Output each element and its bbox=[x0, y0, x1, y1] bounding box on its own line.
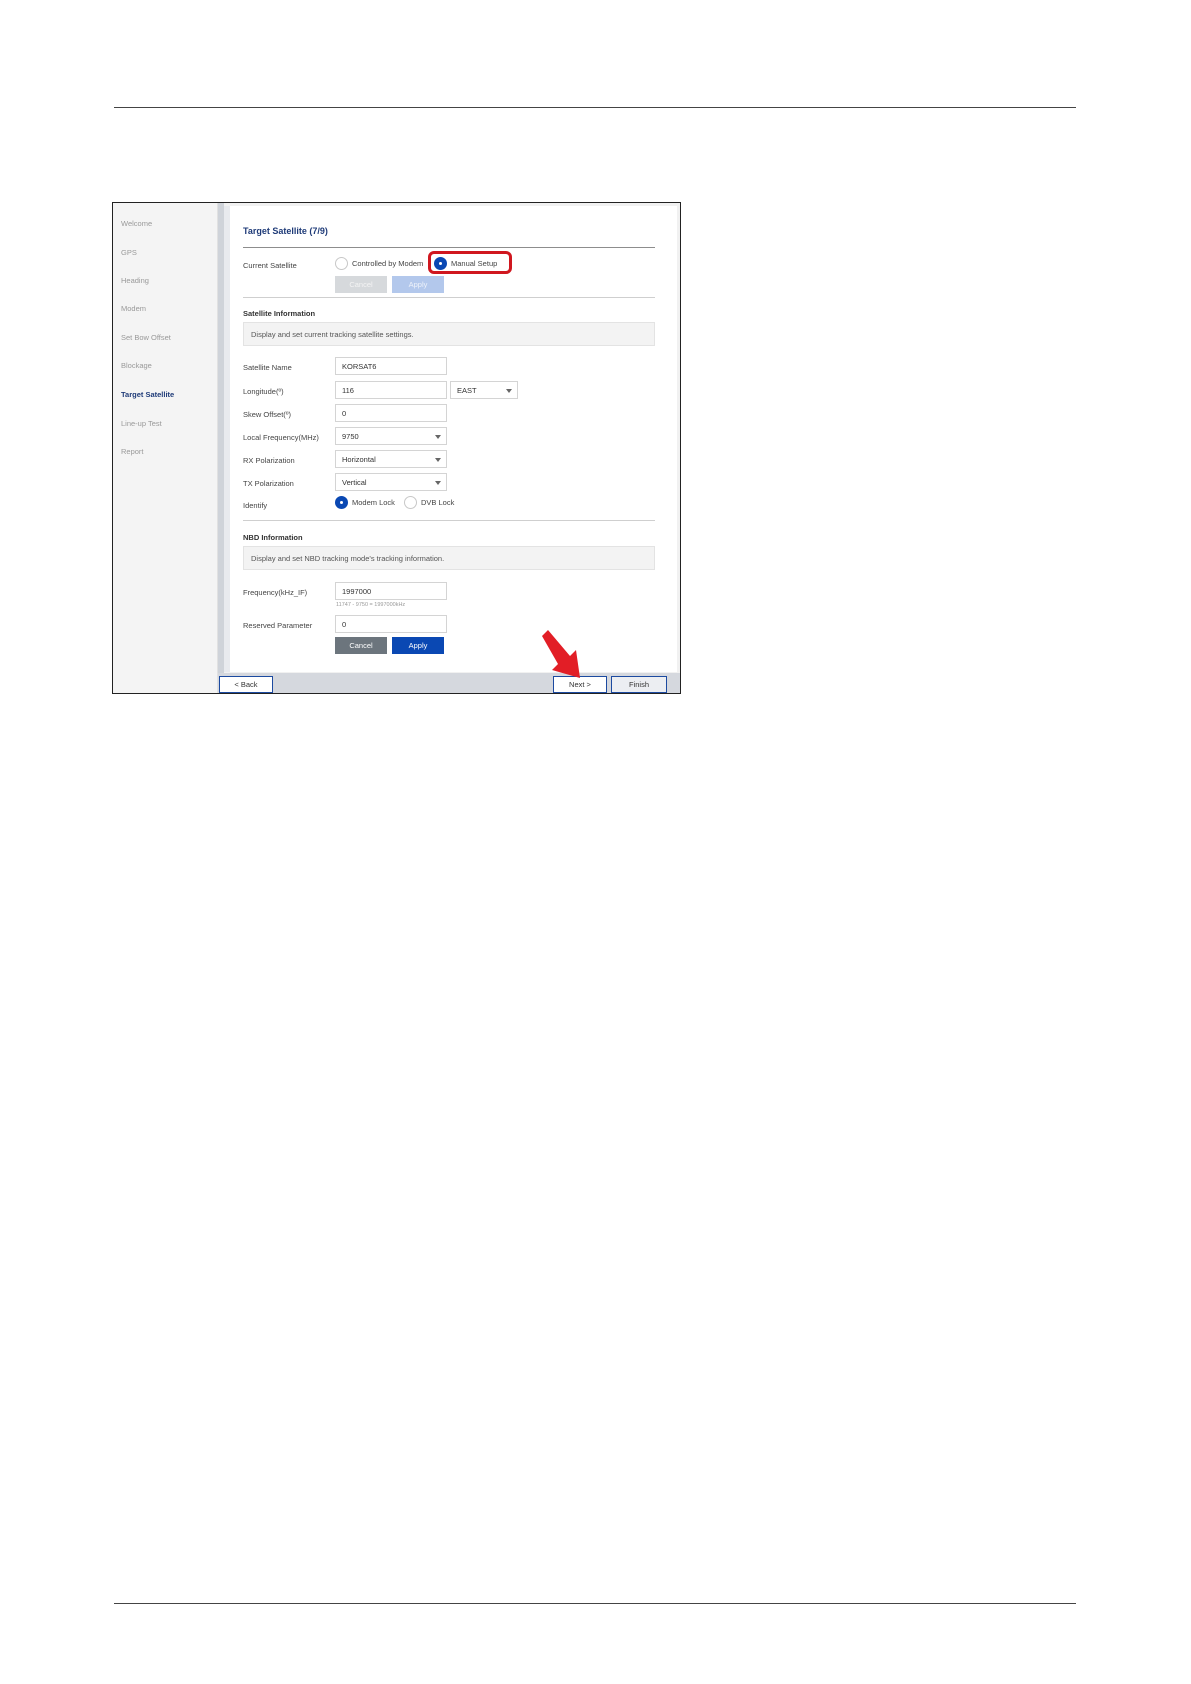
current-satellite-cancel-button[interactable]: Cancel bbox=[335, 276, 387, 293]
manual-setup-highlight bbox=[428, 251, 512, 274]
sidebar-item-line-up-test[interactable]: Line-up Test bbox=[121, 419, 162, 428]
radio-dvb-lock[interactable] bbox=[404, 496, 417, 509]
frequency-field[interactable]: 1997000 bbox=[335, 582, 447, 600]
chevron-down-icon bbox=[435, 435, 441, 439]
nbd-apply-button[interactable]: Apply bbox=[392, 637, 444, 654]
skew-offset-label: Skew Offset(º) bbox=[243, 410, 292, 419]
nbd-information-description: Display and set NBD tracking mode's trac… bbox=[243, 546, 655, 570]
rx-polarization-value: Horizontal bbox=[342, 455, 376, 464]
chevron-down-icon bbox=[506, 389, 512, 393]
sidebar-item-modem[interactable]: Modem bbox=[121, 304, 146, 313]
red-arrow-icon bbox=[542, 630, 580, 678]
radio-controlled-by-modem[interactable] bbox=[335, 257, 348, 270]
sidebar-item-heading[interactable]: Heading bbox=[121, 276, 149, 285]
section-divider bbox=[243, 520, 655, 521]
identify-label: Identify bbox=[243, 501, 268, 510]
nbd-cancel-button[interactable]: Cancel bbox=[335, 637, 387, 654]
content-left-border bbox=[224, 206, 230, 672]
title-divider bbox=[243, 247, 655, 248]
page-header-rule bbox=[114, 107, 1076, 108]
local-frequency-select[interactable]: 9750 bbox=[335, 427, 447, 445]
local-frequency-value: 9750 bbox=[342, 432, 359, 441]
wizard-sidebar: Welcome GPS Heading Modem Set Bow Offset… bbox=[113, 203, 218, 693]
tx-polarization-value: Vertical bbox=[342, 478, 367, 487]
reserved-parameter-field[interactable]: 0 bbox=[335, 615, 447, 633]
longitude-direction-value: EAST bbox=[457, 386, 477, 395]
sidebar-item-blockage[interactable]: Blockage bbox=[121, 361, 152, 370]
nbd-information-heading: NBD Information bbox=[243, 533, 303, 542]
chevron-down-icon bbox=[435, 458, 441, 462]
sidebar-item-set-bow-offset[interactable]: Set Bow Offset bbox=[121, 333, 171, 342]
sidebar-item-welcome[interactable]: Welcome bbox=[121, 219, 152, 228]
finish-button[interactable]: Finish bbox=[611, 676, 667, 693]
local-frequency-label: Local Frequency(MHz) bbox=[243, 433, 319, 442]
satellite-name-field[interactable]: KORSAT6 bbox=[335, 357, 447, 375]
satellite-information-heading: Satellite Information bbox=[243, 309, 316, 318]
longitude-label: Longitude(º) bbox=[243, 387, 284, 396]
page-footer-rule bbox=[114, 1603, 1076, 1604]
radio-dvb-lock-label[interactable]: DVB Lock bbox=[421, 498, 454, 507]
section-divider bbox=[243, 297, 655, 298]
radio-modem-lock-label[interactable]: Modem Lock bbox=[352, 498, 395, 507]
wizard-footer: < Back Next > Finish bbox=[218, 673, 680, 693]
frequency-hint: 11747 - 9750 = 1997000kHz bbox=[336, 602, 406, 608]
sidebar-item-gps[interactable]: GPS bbox=[121, 248, 137, 257]
frequency-label: Frequency(kHz_IF) bbox=[243, 588, 308, 597]
tx-polarization-label: TX Polarization bbox=[243, 479, 294, 488]
skew-offset-field[interactable]: 0 bbox=[335, 404, 447, 422]
radio-controlled-by-modem-label[interactable]: Controlled by Modem bbox=[352, 259, 423, 268]
longitude-direction-select[interactable]: EAST bbox=[450, 381, 518, 399]
sidebar-item-report[interactable]: Report bbox=[121, 447, 144, 456]
sidebar-item-target-satellite[interactable]: Target Satellite bbox=[121, 390, 174, 399]
tx-polarization-select[interactable]: Vertical bbox=[335, 473, 447, 491]
rx-polarization-select[interactable]: Horizontal bbox=[335, 450, 447, 468]
page-title: Target Satellite (7/9) bbox=[243, 226, 328, 236]
satellite-name-label: Satellite Name bbox=[243, 363, 292, 372]
satellite-information-description: Display and set current tracking satelli… bbox=[243, 322, 655, 346]
current-satellite-apply-button[interactable]: Apply bbox=[392, 276, 444, 293]
rx-polarization-label: RX Polarization bbox=[243, 456, 295, 465]
wizard-screenshot: Welcome GPS Heading Modem Set Bow Offset… bbox=[112, 202, 681, 694]
radio-modem-lock[interactable] bbox=[335, 496, 348, 509]
longitude-field[interactable]: 116 bbox=[335, 381, 447, 399]
back-button[interactable]: < Back bbox=[219, 676, 273, 693]
current-satellite-label: Current Satellite bbox=[243, 261, 297, 270]
reserved-parameter-label: Reserved Parameter bbox=[243, 621, 313, 630]
wizard-content: Target Satellite (7/9) Current Satellite… bbox=[224, 206, 677, 672]
chevron-down-icon bbox=[435, 481, 441, 485]
